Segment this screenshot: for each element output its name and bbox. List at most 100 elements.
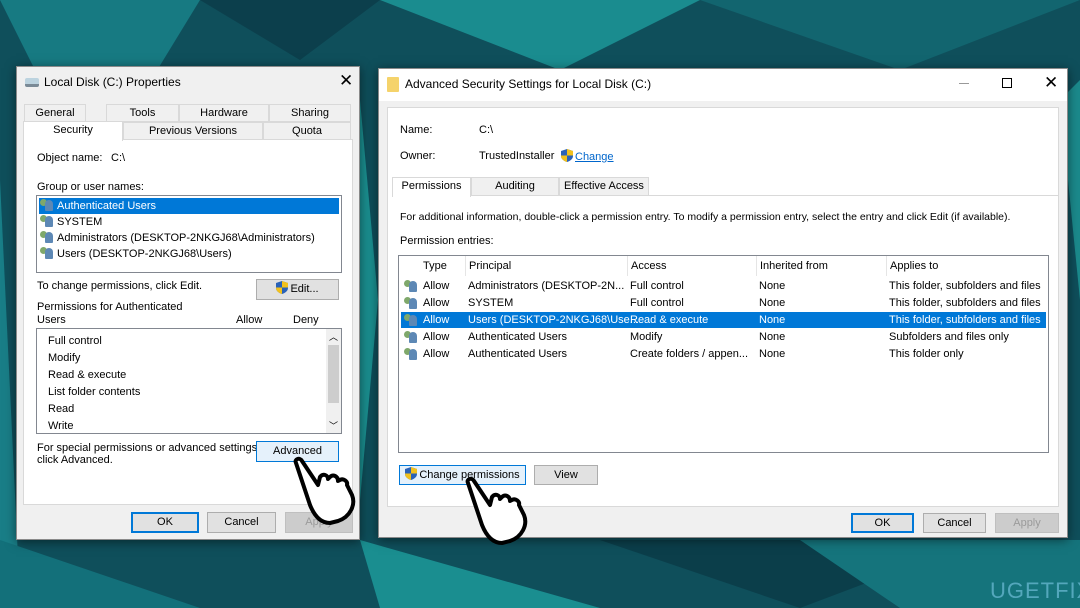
tab-auditing[interactable]: Auditing [471,177,559,196]
column-header-access[interactable]: Access [627,256,666,276]
table-cell: This folder only [889,348,964,360]
ok-button[interactable]: OK [131,512,199,533]
users-icon [39,215,55,227]
list-item[interactable]: Users (DESKTOP-2NKGJ68\Users) [39,246,339,262]
users-icon [39,199,55,211]
edit-hint: To change permissions, click Edit. [37,280,203,292]
table-cell: None [759,314,786,326]
table-cell: Allow [423,331,450,343]
tab-hardware[interactable]: Hardware [179,104,269,122]
watermark-logo: UGETFIX [990,578,1080,603]
table-row[interactable]: Allow Administrators (DESKTOP-2N... Full c… [401,278,1046,294]
scroll-up-icon[interactable]: ︿ [329,330,338,343]
table-cell: None [759,280,786,292]
uac-shield-icon [405,467,418,480]
ok-button[interactable]: OK [851,513,914,533]
users-icon [39,247,55,259]
column-header-principal[interactable]: Principal [465,256,511,276]
entries-label: Permission entries: [400,235,494,247]
deny-header: Deny [293,314,319,326]
table-cell: Subfolders and files only [889,331,1009,343]
table-header: Type Principal Access Inherited from App… [399,256,1048,276]
table-cell: Allow [423,297,450,309]
tab-effective-access[interactable]: Effective Access [559,177,649,196]
users-icon [403,314,419,326]
column-header-inherited[interactable]: Inherited from [756,256,828,276]
close-icon[interactable]: ✕ [339,71,353,91]
table-cell: Authenticated Users [468,348,568,360]
scroll-thumb[interactable] [328,345,339,403]
cancel-button[interactable]: Cancel [207,512,276,533]
list-item: Read [48,403,75,415]
view-button[interactable]: View [534,465,598,485]
list-item: List folder contents [48,386,141,398]
table-cell: Create folders / appen... [630,348,749,360]
permission-entries-table[interactable]: Type Principal Access Inherited from App… [398,255,1049,453]
table-cell: None [759,331,786,343]
table-cell: Read & execute [630,314,709,326]
table-cell: Full control [630,297,684,309]
advanced-hint: For special permissions or advanced sett… [37,442,261,454]
list-item: Full control [48,335,102,347]
table-row[interactable]: Allow Authenticated Users Modify None Subfol… [401,329,1046,345]
tab-previous-versions[interactable]: Previous Versions [123,122,263,140]
close-icon[interactable]: ✕ [1044,73,1058,93]
tab-permissions[interactable]: Permissions [392,177,471,197]
permissions-for-label: Permissions for Authenticated [37,301,183,313]
table-cell: Allow [423,348,450,360]
owner-label: Owner: [400,150,436,162]
tab-quota[interactable]: Quota [263,122,351,140]
users-icon [403,297,419,309]
users-icon [39,231,55,243]
table-cell: Users (DESKTOP-2NKGJ68\Use... [468,314,639,326]
drive-icon [25,78,39,87]
scrollbar[interactable]: ︿ ﹀ [326,329,341,433]
tab-line [649,195,1058,196]
column-header-applies[interactable]: Applies to [886,256,938,276]
tab-security[interactable]: Security [23,121,123,141]
permissions-list[interactable]: Full control Modify Read & execute List … [36,328,342,434]
change-owner-link[interactable]: Change [561,149,614,163]
table-cell: This folder, subfolders and files [889,314,1041,326]
table-cell: Full control [630,280,684,292]
table-cell: Administrators (DESKTOP-2N... [468,280,625,292]
advanced-hint-2: click Advanced. [37,454,113,466]
allow-header: Allow [236,314,263,326]
list-item[interactable]: Authenticated Users [39,198,339,214]
maximize-icon[interactable] [1002,78,1012,88]
hand-pointer-icon [293,456,356,525]
tab-sharing[interactable]: Sharing [269,104,351,122]
tab-general[interactable]: General [24,104,86,122]
tab-tools[interactable]: Tools [106,104,179,122]
users-icon [403,348,419,360]
list-item[interactable]: Administrators (DESKTOP-2NKGJ68\Administ… [39,230,339,246]
table-cell: Allow [423,280,450,292]
column-header-type[interactable]: Type [423,256,447,276]
list-item: Read & execute [48,369,127,381]
group-list[interactable]: Authenticated Users SYSTEM Administrator… [36,195,342,273]
list-item: Modify [48,352,81,364]
users-icon [403,280,419,292]
window-title: Advanced Security Settings for Local Dis… [405,77,652,91]
list-item[interactable]: SYSTEM [39,214,339,230]
table-cell: This folder, subfolders and files [889,297,1041,309]
cancel-button[interactable]: Cancel [923,513,986,533]
object-name-label: Object name: [37,152,103,164]
table-cell: SYSTEM [468,297,514,309]
scroll-down-icon[interactable]: ﹀ [329,419,338,432]
table-cell: This folder, subfolders and files [889,280,1041,292]
owner-value: TrustedInstaller [479,150,555,162]
table-cell: Modify [630,331,663,343]
table-row[interactable]: Allow Users (DESKTOP-2NKGJ68\Use... Read &… [401,312,1046,328]
folder-icon [387,77,399,92]
group-label: Group or user names: [37,181,144,193]
list-item: Write [48,420,74,432]
uac-shield-icon [561,149,573,162]
minimize-icon[interactable] [959,83,969,84]
edit-button[interactable]: Edit... [256,279,339,300]
table-row[interactable]: Allow SYSTEM Full control None This folder, … [401,295,1046,311]
info-text: For additional information, double-click… [400,211,1011,223]
table-cell: None [759,297,786,309]
table-row[interactable]: Allow Authenticated Users Create folders /… [401,346,1046,362]
hand-pointer-icon [465,476,528,545]
